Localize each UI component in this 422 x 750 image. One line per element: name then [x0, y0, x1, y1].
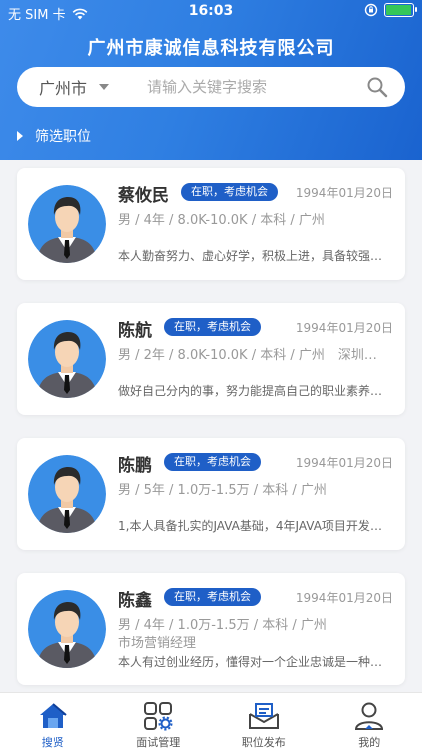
tab-bar: 搜贤 面试管理 职位发布 我的	[0, 692, 422, 750]
battery-icon	[384, 3, 417, 17]
status-badge: 在职，考虑机会	[164, 453, 261, 471]
status-time: 16:03	[188, 3, 234, 19]
search-box: 广州市	[17, 67, 405, 107]
tab-label: 搜贤	[41, 736, 64, 749]
company-title: 广州市康诚信息科技有限公司	[87, 38, 335, 59]
filter-toggle[interactable]: 筛选职位	[17, 126, 91, 146]
avatar	[28, 455, 106, 533]
avatar	[28, 320, 106, 398]
candidate-name: 陈鹏	[118, 456, 152, 476]
city-select[interactable]: 广州市	[39, 75, 139, 99]
candidate-card[interactable]: 陈鑫 在职，考虑机会 1994年01月20日 男 / 4年 / 1.0万-1.5…	[17, 573, 405, 685]
rotation-lock-icon	[364, 3, 378, 17]
candidate-description: 本人有过创业经历，懂得对一个企业忠诚是一种美德	[118, 655, 386, 669]
search-icon[interactable]	[365, 75, 389, 99]
candidate-date: 1994年01月20日	[295, 456, 393, 470]
status-badge: 在职，考虑机会	[164, 588, 261, 606]
city-label: 广州市	[39, 79, 88, 98]
header: 无 SIM 卡 16:03 广州市康诚信息科技有限公司 广州市 请输入关键字搜索…	[0, 0, 422, 160]
status-right	[364, 3, 417, 17]
candidate-description: 本人勤奋努力、虚心好学，积极上进，具备较强的学习能力	[118, 249, 386, 263]
tab-label: 面试管理	[136, 736, 181, 749]
avatar	[28, 590, 106, 668]
battery-fill	[386, 5, 412, 15]
chevron-down-icon	[99, 84, 110, 90]
mail-tray-icon	[248, 703, 279, 729]
person-icon	[355, 702, 384, 730]
candidate-name: 陈鑫	[118, 591, 152, 611]
candidate-job-title: 市场营销经理	[118, 636, 197, 651]
candidate-meta: 男 / 5年 / 1.0万-1.5万 / 本科 / 广州	[118, 483, 327, 498]
candidate-date: 1994年01月20日	[295, 321, 393, 335]
tab-label: 职位发布	[241, 736, 286, 749]
tab-search[interactable]: 搜贤	[0, 693, 106, 750]
filter-label: 筛选职位	[35, 129, 91, 145]
candidate-meta: 男 / 4年 / 1.0万-1.5万 / 本科 / 广州	[118, 618, 327, 633]
search-input[interactable]	[147, 78, 365, 96]
candidate-date: 1994年01月20日	[295, 186, 393, 200]
status-badge: 在职，考虑机会	[181, 183, 278, 201]
candidate-meta: 男 / 2年 / 8.0K-10.0K / 本科 / 广州 深圳…	[118, 348, 377, 363]
candidate-card[interactable]: 陈航 在职，考虑机会 1994年01月20日 男 / 2年 / 8.0K-10.…	[17, 303, 405, 415]
candidate-name: 陈航	[118, 321, 152, 341]
grid-gear-icon	[144, 702, 173, 731]
home-icon	[39, 703, 67, 728]
candidate-name: 蔡攸民	[118, 186, 169, 206]
candidate-card[interactable]: 蔡攸民 在职，考虑机会 1994年01月20日 男 / 4年 / 8.0K-10…	[17, 168, 405, 280]
tab-mine[interactable]: 我的	[317, 693, 422, 750]
candidate-card[interactable]: 陈鹏 在职，考虑机会 1994年01月20日 男 / 5年 / 1.0万-1.5…	[17, 438, 405, 550]
tab-post-job[interactable]: 职位发布	[211, 693, 317, 750]
tab-interview[interactable]: 面试管理	[106, 693, 212, 750]
candidate-description: 1,本人具备扎实的JAVA基础，4年JAVA项目开发经验	[118, 519, 386, 533]
candidate-meta: 男 / 4年 / 8.0K-10.0K / 本科 / 广州	[118, 213, 325, 228]
candidate-description: 做好自己分内的事，努力能提高自己的职业素养和工作能力	[118, 384, 386, 398]
caret-right-icon	[17, 131, 23, 141]
avatar	[28, 185, 106, 263]
candidate-date: 1994年01月20日	[295, 591, 393, 605]
status-bar: 无 SIM 卡 16:03	[0, 0, 422, 24]
tab-label: 我的	[358, 736, 381, 749]
status-badge: 在职，考虑机会	[164, 318, 261, 336]
